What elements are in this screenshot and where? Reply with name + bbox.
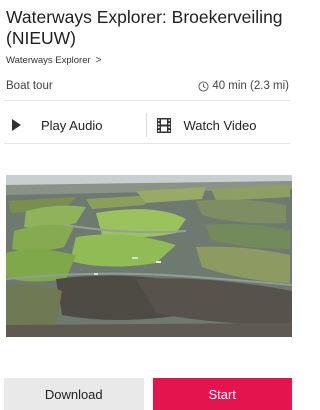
chevron-right-icon: > bbox=[95, 55, 102, 66]
download-button[interactable]: Download bbox=[4, 378, 144, 410]
divider bbox=[4, 100, 290, 101]
breadcrumb-label[interactable]: Waterways Explorer bbox=[6, 55, 91, 66]
action-bar: Download Start bbox=[4, 378, 292, 410]
clock-icon bbox=[198, 80, 209, 92]
breadcrumb[interactable]: Waterways Explorer > bbox=[6, 55, 102, 66]
page-title: Waterways Explorer: Broekerveiling (NIEU… bbox=[6, 7, 283, 48]
tour-type: Boat tour bbox=[6, 80, 53, 92]
media-controls: Play Audio Watch Video bbox=[4, 108, 290, 142]
film-icon bbox=[156, 117, 171, 133]
tour-duration: 40 min (2.3 mi) bbox=[198, 80, 289, 92]
play-audio-button[interactable]: Play Audio bbox=[4, 108, 146, 142]
play-icon bbox=[12, 119, 21, 131]
start-button[interactable]: Start bbox=[152, 378, 292, 410]
divider bbox=[4, 143, 290, 144]
tour-meta: Boat tour 40 min (2.3 mi) bbox=[6, 80, 289, 92]
play-audio-label: Play Audio bbox=[41, 117, 103, 133]
watch-video-button[interactable]: Watch Video bbox=[145, 113, 291, 137]
tour-cover-image bbox=[6, 175, 292, 337]
duration-label: 40 min (2.3 mi) bbox=[212, 80, 289, 92]
watch-video-label: Watch Video bbox=[183, 117, 257, 133]
